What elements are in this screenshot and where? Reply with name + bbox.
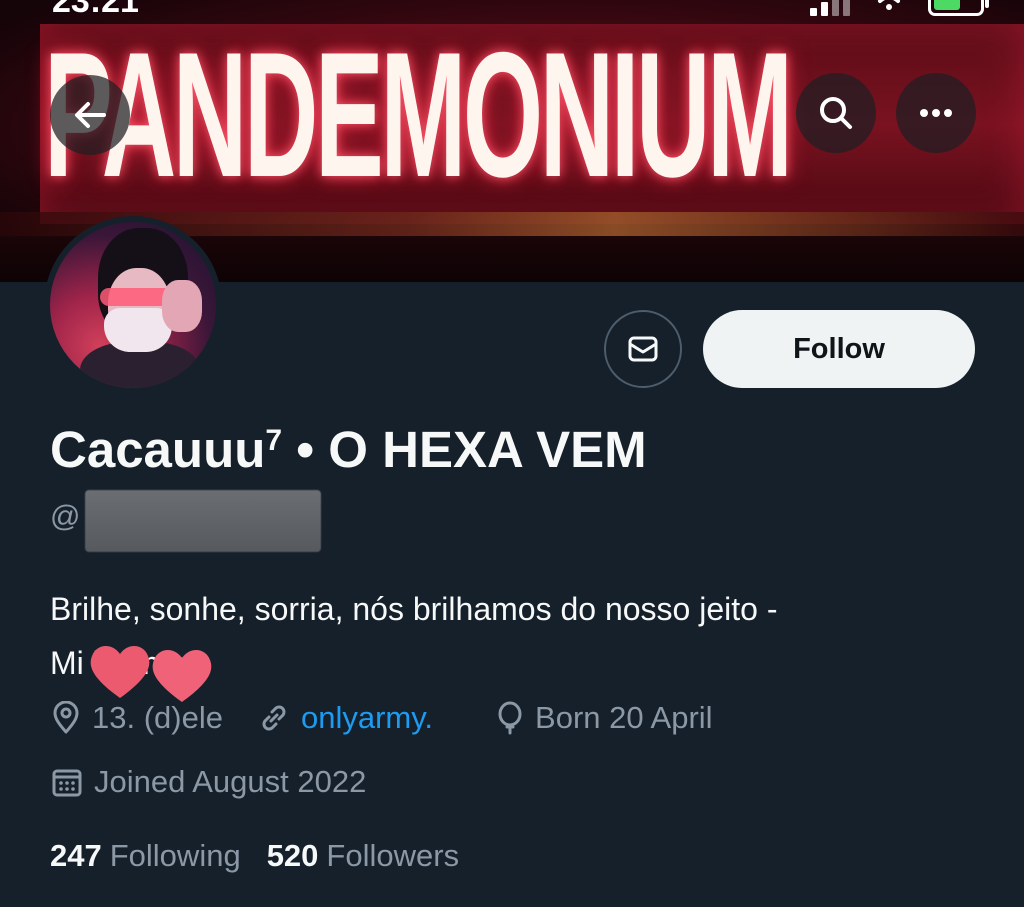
profile-joined-row: Joined August 2022 <box>50 764 400 800</box>
followers-count: 520 <box>266 838 319 873</box>
website-link[interactable]: onlyarmy. <box>301 700 433 736</box>
birthday-item: Born 20 April <box>495 700 713 736</box>
location-pin-icon <box>53 701 79 734</box>
following-label: Following <box>109 838 241 873</box>
search-button[interactable] <box>796 73 876 153</box>
search-icon <box>820 97 852 129</box>
birthday-text: Born 20 April <box>535 700 713 735</box>
following-stat[interactable]: 247 Following <box>50 838 241 874</box>
avatar[interactable] <box>44 216 222 394</box>
wifi-icon <box>878 0 900 10</box>
profile-meta-row: 13. (d)ele onlyarmy. Born 20 April <box>50 700 747 736</box>
status-icons <box>810 0 989 18</box>
balloon-icon <box>498 701 522 735</box>
location-text: 13. (d)ele <box>92 700 223 735</box>
heart-emoji-icon <box>90 645 212 702</box>
followers-stat[interactable]: 520 Followers <box>267 838 459 874</box>
website-item[interactable]: onlyarmy. <box>257 700 433 736</box>
follow-stats: 247 Following 520 Followers <box>50 838 485 874</box>
link-icon <box>262 705 286 731</box>
display-name: Cacauuu7 • O HEXA VEM <box>50 420 647 479</box>
more-options-button[interactable] <box>896 73 976 153</box>
banner-sign-text: PANDEMONIUM <box>44 15 793 214</box>
battery-icon <box>928 0 989 16</box>
handle-at-sign: @ <box>50 500 81 533</box>
more-dots-icon <box>920 109 952 117</box>
following-count: 247 <box>50 838 102 873</box>
display-name-text: Cacauuu <box>50 421 266 478</box>
display-name-suffix: • O HEXA VEM <box>282 421 647 478</box>
cellular-signal-icon <box>810 0 850 16</box>
follow-button[interactable]: Follow <box>703 310 975 388</box>
location-item: 13. (d)ele <box>50 700 223 736</box>
arrow-left-icon <box>75 102 106 128</box>
message-button[interactable] <box>604 310 682 388</box>
envelope-icon <box>628 336 658 362</box>
calendar-icon <box>52 769 82 797</box>
joined-item: Joined August 2022 <box>50 764 366 800</box>
handle-redacted <box>85 490 321 552</box>
display-name-superscript: 7 <box>265 424 283 457</box>
back-button[interactable] <box>50 75 130 155</box>
joined-text: Joined August 2022 <box>94 764 367 799</box>
status-time: 23:21 <box>52 0 139 20</box>
avatar-image <box>50 222 216 388</box>
followers-label: Followers <box>326 838 460 873</box>
bio-line-1: Brilhe, sonhe, sorria, nós brilhamos do … <box>50 591 778 627</box>
